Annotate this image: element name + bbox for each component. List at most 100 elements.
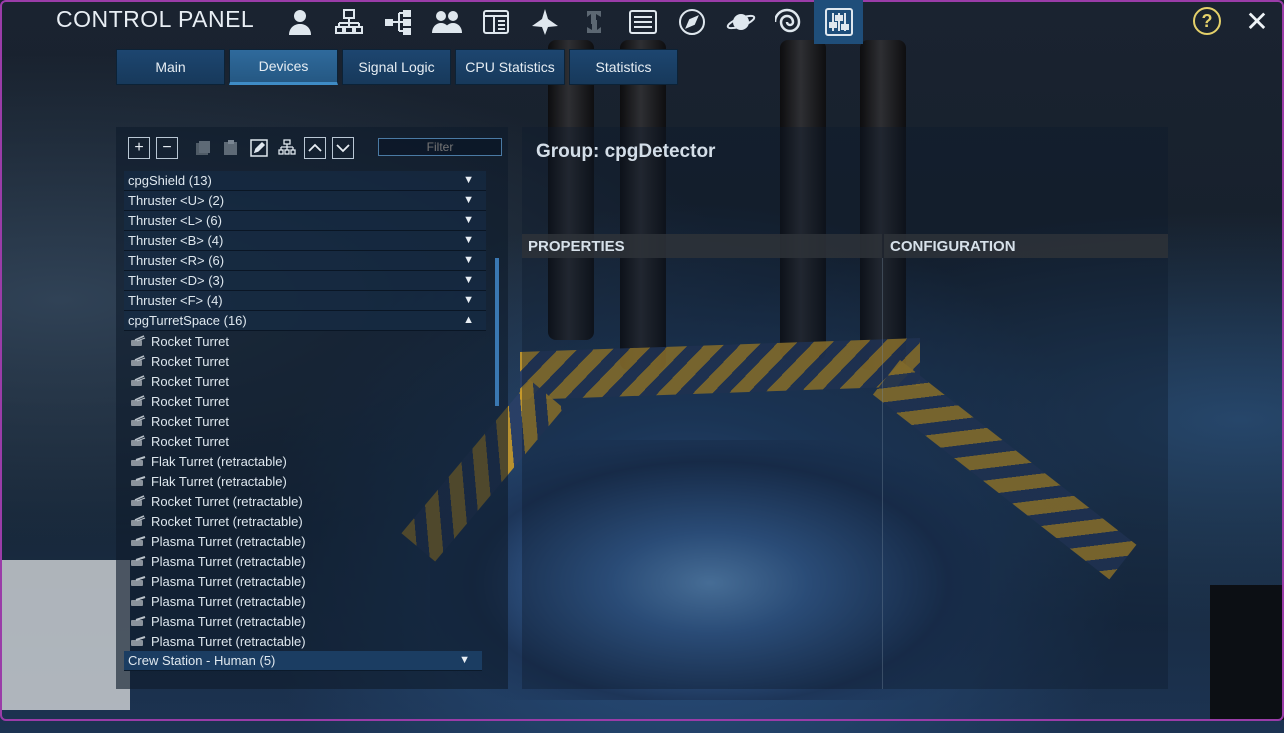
add-group-button[interactable]: + <box>128 137 150 159</box>
device-group-row[interactable]: Thruster <U> (2) ▼ <box>124 191 486 211</box>
tab-devices[interactable]: Devices <box>229 49 338 85</box>
device-row-label: Thruster <R> (6) <box>128 253 225 268</box>
device-group-row[interactable]: Thruster <L> (6) ▼ <box>124 211 486 231</box>
close-button[interactable]: ✕ <box>1245 6 1269 37</box>
device-group-row[interactable]: Thruster <F> (4) ▼ <box>124 291 486 311</box>
device-row[interactable]: Rocket Turret <box>124 331 486 351</box>
device-row-label: Thruster <F> (4) <box>128 293 223 308</box>
rocket-turret-icon <box>130 375 146 387</box>
move-up-button[interactable] <box>304 137 326 159</box>
device-row-label: Thruster <L> (6) <box>128 213 222 228</box>
device-row-label: Rocket Turret <box>151 393 230 409</box>
device-row-label: Rocket Turret <box>151 413 230 429</box>
device-row[interactable]: Flak Turret (retractable) <box>124 471 486 491</box>
structure-icon[interactable] <box>324 0 373 44</box>
device-group-row[interactable]: cpgShield (13) ▼ <box>124 171 486 191</box>
registry-icon[interactable] <box>471 0 520 44</box>
device-row[interactable]: Plasma Turret (retractable) <box>124 571 486 591</box>
sliders-icon[interactable] <box>814 0 863 44</box>
faction-icon[interactable] <box>422 0 471 44</box>
scene-wall-panel <box>1210 585 1284 720</box>
device-row[interactable]: Plasma Turret (retractable) <box>124 551 486 571</box>
copy-icon[interactable] <box>192 137 214 159</box>
transfer-icon[interactable] <box>569 0 618 44</box>
rocket-turret-icon <box>130 355 146 367</box>
device-row-label: Plasma Turret (retractable) <box>151 553 306 569</box>
expand-arrow-icon[interactable]: ▼ <box>463 194 474 206</box>
list-icon[interactable] <box>618 0 667 44</box>
expand-arrow-icon[interactable]: ▼ <box>459 654 470 666</box>
device-row[interactable]: Plasma Turret (retractable) <box>124 531 486 551</box>
device-row[interactable]: Rocket Turret <box>124 391 486 411</box>
device-row[interactable]: Rocket Turret (retractable) <box>124 491 486 511</box>
main-icon-bar <box>275 0 863 44</box>
expand-arrow-icon[interactable]: ▼ <box>463 234 474 246</box>
help-button[interactable]: ? <box>1193 7 1221 35</box>
retractable-turret-icon <box>130 475 146 487</box>
device-list: cpgShield (13) ▼ Thruster <U> (2) ▼ Thruster… <box>124 171 486 671</box>
top-bar: CONTROL PANEL ? ✕ <box>0 0 1284 44</box>
tab-bar: Main Devices Signal Logic CPU Statistics… <box>116 49 678 85</box>
retractable-turret-icon <box>130 595 146 607</box>
device-group-row[interactable]: Thruster <B> (4) ▼ <box>124 231 486 251</box>
expand-arrow-icon[interactable]: ▼ <box>463 274 474 286</box>
device-row-label: Thruster <D> (3) <box>128 273 225 288</box>
device-row-label: Rocket Turret <box>151 353 230 369</box>
device-row-label: Rocket Turret (retractable) <box>151 513 303 529</box>
remove-group-button[interactable]: − <box>156 137 178 159</box>
retractable-turret-icon <box>130 555 146 567</box>
device-row[interactable]: Flak Turret (retractable) <box>124 451 486 471</box>
rocket-turret-icon <box>130 435 146 447</box>
device-row[interactable]: Rocket Turret <box>124 351 486 371</box>
collapse-arrow-icon[interactable]: ▲ <box>463 314 474 326</box>
tab-main[interactable]: Main <box>116 49 225 85</box>
device-toolbar: + − <box>128 136 360 160</box>
device-row-label: Thruster <B> (4) <box>128 233 224 248</box>
device-row-label: Crew Station - Human (5) <box>128 653 276 668</box>
rename-icon[interactable] <box>248 137 270 159</box>
paste-icon[interactable] <box>220 137 242 159</box>
tab-signal-logic[interactable]: Signal Logic <box>342 49 451 85</box>
device-row-label: Flak Turret (retractable) <box>151 453 287 469</box>
rocket-turret-icon <box>130 335 146 347</box>
expand-arrow-icon[interactable]: ▼ <box>463 174 474 186</box>
expand-arrow-icon[interactable]: ▼ <box>463 294 474 306</box>
hierarchy-icon[interactable] <box>373 0 422 44</box>
device-row[interactable]: Rocket Turret <box>124 411 486 431</box>
filter-input[interactable] <box>378 138 502 156</box>
list-scrollbar[interactable] <box>495 258 499 406</box>
expand-arrow-icon[interactable]: ▼ <box>463 214 474 226</box>
retractable-turret-icon <box>130 575 146 587</box>
compass-icon[interactable] <box>667 0 716 44</box>
device-row[interactable]: Rocket Turret (retractable) <box>124 511 486 531</box>
device-group-row[interactable]: Thruster <D> (3) ▼ <box>124 271 486 291</box>
device-row[interactable]: Rocket Turret <box>124 431 486 451</box>
retractable-turret-icon <box>130 615 146 627</box>
retractable-turret-icon <box>130 635 146 647</box>
device-row[interactable]: Rocket Turret <box>124 371 486 391</box>
planet-icon[interactable] <box>716 0 765 44</box>
device-group-row[interactable]: Crew Station - Human (5) ▼ <box>124 651 482 671</box>
galaxy-icon[interactable] <box>765 0 814 44</box>
device-row-label: Plasma Turret (retractable) <box>151 633 306 649</box>
device-group-row[interactable]: cpgTurretSpace (16) ▲ <box>124 311 486 331</box>
tree-icon[interactable] <box>276 137 298 159</box>
device-row-label: Plasma Turret (retractable) <box>151 613 306 629</box>
device-row[interactable]: Plasma Turret (retractable) <box>124 631 486 651</box>
player-icon[interactable] <box>275 0 324 44</box>
device-row[interactable]: Plasma Turret (retractable) <box>124 591 486 611</box>
page-title: CONTROL PANEL <box>56 6 255 32</box>
ship-icon[interactable] <box>520 0 569 44</box>
configuration-header: CONFIGURATION <box>884 234 1168 258</box>
device-row[interactable]: Plasma Turret (retractable) <box>124 611 486 631</box>
device-row-label: Rocket Turret <box>151 333 230 349</box>
retractable-turret-icon <box>130 455 146 467</box>
tab-statistics[interactable]: Statistics <box>569 49 678 85</box>
tab-cpu-statistics[interactable]: CPU Statistics <box>455 49 565 85</box>
move-down-button[interactable] <box>332 137 354 159</box>
device-row-label: cpgTurretSpace (16) <box>128 313 247 328</box>
device-group-row[interactable]: Thruster <R> (6) ▼ <box>124 251 486 271</box>
expand-arrow-icon[interactable]: ▼ <box>463 254 474 266</box>
device-row-label: cpgShield (13) <box>128 173 212 188</box>
rocket-turret-icon <box>130 515 146 527</box>
